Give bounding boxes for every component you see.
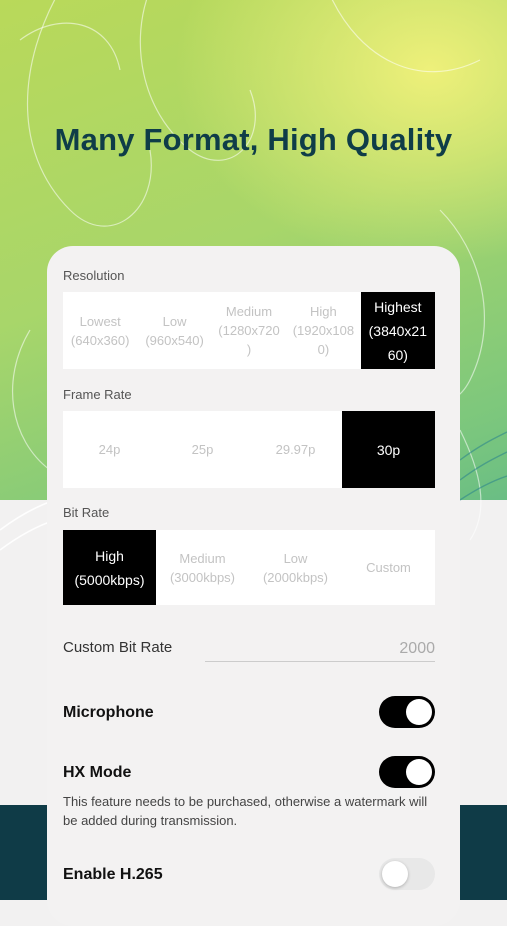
hx-mode-note: This feature needs to be purchased, othe… xyxy=(63,794,428,828)
microphone-label: Microphone xyxy=(63,704,154,721)
frame-rate-label: Frame Rate xyxy=(63,387,132,402)
frame-rate-option[interactable]: 24p xyxy=(63,411,156,488)
toggle-knob xyxy=(406,699,432,725)
h265-row: Enable H.265 xyxy=(63,858,435,892)
toggle-knob xyxy=(406,759,432,785)
resolution-option[interactable]: Highest (3840x21 60) xyxy=(360,292,436,369)
bit-rate-option[interactable]: Low (2000kbps) xyxy=(249,530,342,605)
headline: Many Format, High Quality xyxy=(54,122,453,157)
bit-rate-option[interactable]: High (5000kbps) xyxy=(63,530,156,605)
frame-rate-option[interactable]: 25p xyxy=(156,411,249,488)
toggle-knob xyxy=(382,861,408,887)
bit-rate-option[interactable]: Medium (3000kbps) xyxy=(156,530,249,605)
bit-rate-selector: High (5000kbps) Medium (3000kbps) Low (2000kb… xyxy=(63,530,435,605)
hx-mode-label: HX Mode xyxy=(63,764,132,781)
bit-rate-option[interactable]: Custom xyxy=(342,530,435,605)
bit-rate-label: Bit Rate xyxy=(63,505,110,520)
h265-toggle[interactable] xyxy=(379,858,435,890)
microphone-row: Microphone xyxy=(63,696,435,730)
resolution-selector: Lowest (640x360) Low (960x540) Medium (1280x7… xyxy=(63,292,436,369)
hx-mode-toggle[interactable] xyxy=(379,756,435,788)
custom-bit-rate-label: Custom Bit Rate xyxy=(63,639,173,656)
resolution-option[interactable]: High (1920x108 0) xyxy=(286,292,360,369)
hx-mode-row: HX Mode xyxy=(63,756,435,790)
custom-bit-rate-row: Custom Bit Rate 2000 xyxy=(63,636,435,664)
frame-rate-selector: 24p 25p 29.97p 30p xyxy=(63,411,435,488)
custom-bit-rate-input[interactable]: 2000 xyxy=(205,636,435,662)
frame-rate-option[interactable]: 29.97p xyxy=(249,411,342,488)
resolution-label: Resolution xyxy=(63,268,125,283)
resolution-option[interactable]: Lowest (640x360) xyxy=(63,292,137,369)
resolution-option[interactable]: Medium (1280x720) xyxy=(212,292,286,369)
resolution-option[interactable]: Low (960x540) xyxy=(137,292,211,369)
frame-rate-option[interactable]: 30p xyxy=(342,411,435,488)
h265-label: Enable H.265 xyxy=(63,866,163,883)
microphone-toggle[interactable] xyxy=(379,696,435,728)
